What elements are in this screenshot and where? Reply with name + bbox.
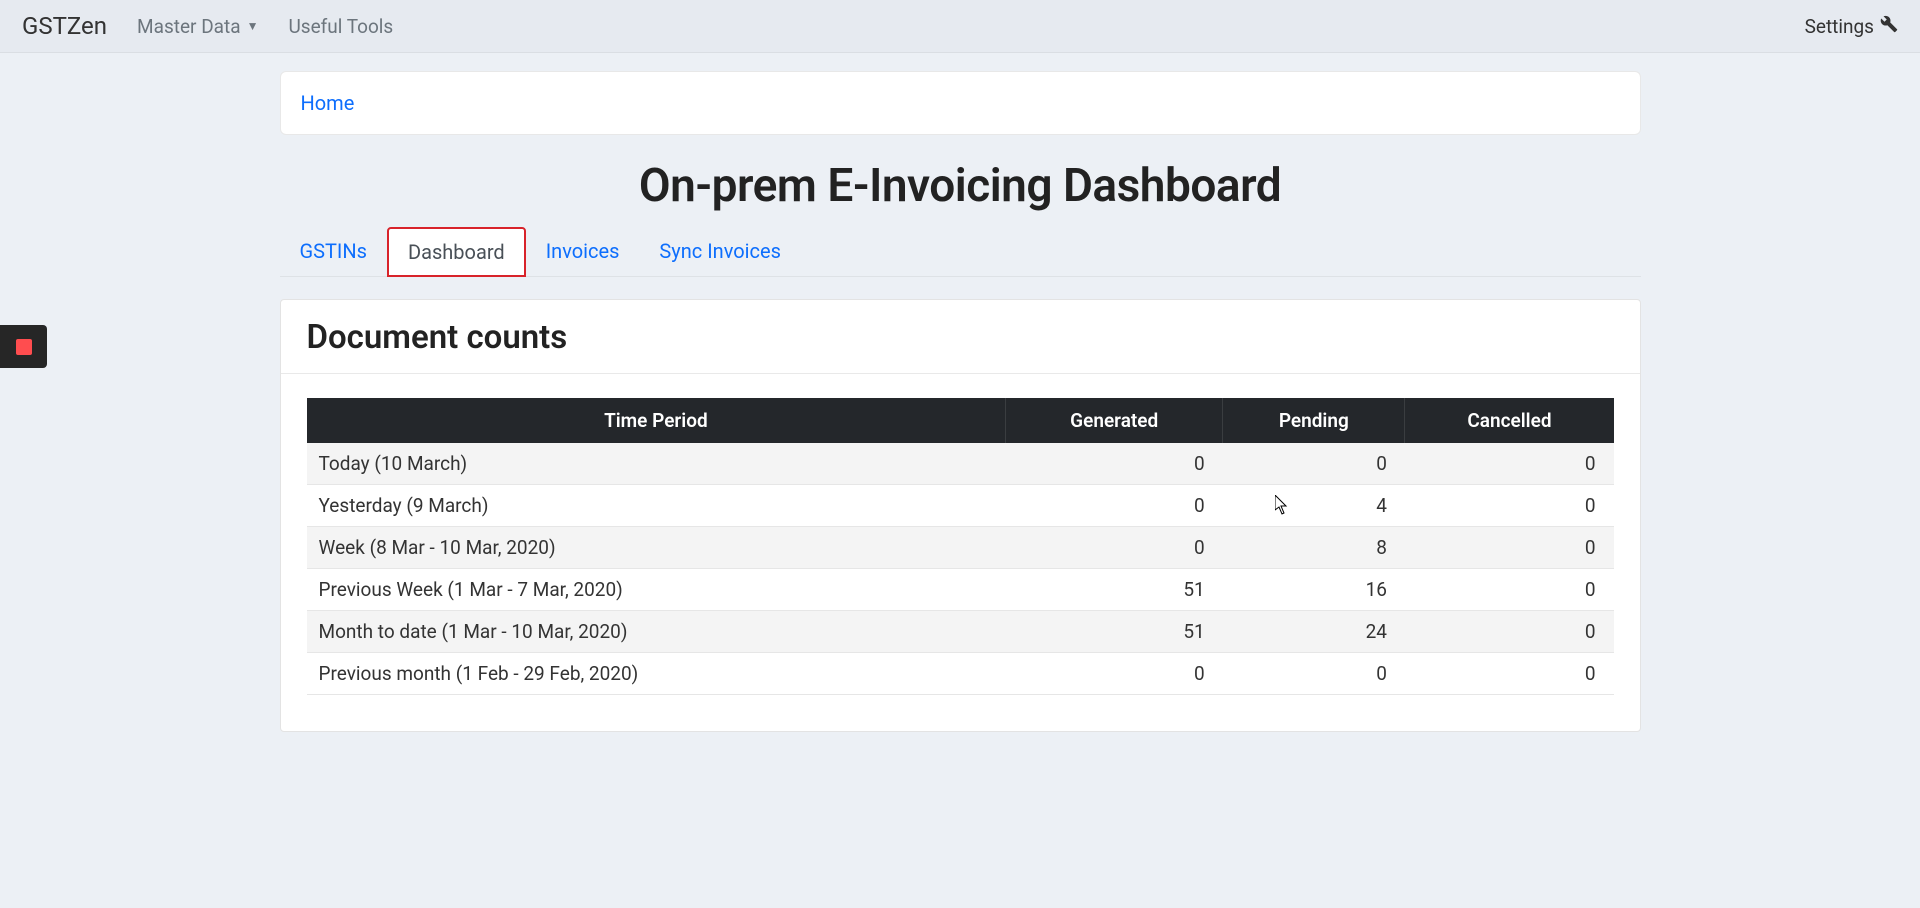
breadcrumb: Home — [280, 71, 1641, 135]
th-cancelled: Cancelled — [1405, 398, 1614, 443]
tab-sync-invoices[interactable]: Sync Invoices — [639, 227, 801, 276]
card-title: Document counts — [281, 300, 1640, 374]
document-counts-table: Time Period Generated Pending Cancelled … — [307, 398, 1614, 695]
navbar-left: GSTZen Master Data ▼ Useful Tools — [22, 12, 393, 40]
cell-pending: 0 — [1223, 653, 1405, 695]
table-wrap: Time Period Generated Pending Cancelled … — [281, 374, 1640, 731]
cell-pending: 24 — [1223, 611, 1405, 653]
stop-icon — [16, 339, 32, 355]
cell-generated: 0 — [1006, 443, 1223, 485]
table-row: Month to date (1 Mar - 10 Mar, 2020)5124… — [307, 611, 1614, 653]
cell-generated: 51 — [1006, 611, 1223, 653]
cell-cancelled: 0 — [1405, 653, 1614, 695]
breadcrumb-home[interactable]: Home — [301, 91, 355, 115]
cell-cancelled: 0 — [1405, 443, 1614, 485]
tab-gstins[interactable]: GSTINs — [280, 227, 387, 276]
table-row: Previous Week (1 Mar - 7 Mar, 2020)51160 — [307, 569, 1614, 611]
chevron-down-icon: ▼ — [247, 19, 259, 33]
brand[interactable]: GSTZen — [22, 12, 107, 40]
cell-pending: 0 — [1223, 443, 1405, 485]
cell-cancelled: 0 — [1405, 569, 1614, 611]
nav-settings-label: Settings — [1805, 15, 1874, 38]
nav-master-data[interactable]: Master Data ▼ — [137, 15, 258, 38]
table-row: Previous month (1 Feb - 29 Feb, 2020)000 — [307, 653, 1614, 695]
cell-generated: 0 — [1006, 653, 1223, 695]
cell-pending: 8 — [1223, 527, 1405, 569]
nav-master-data-label: Master Data — [137, 15, 241, 38]
cell-generated: 51 — [1006, 569, 1223, 611]
th-time-period: Time Period — [307, 398, 1006, 443]
nav-settings[interactable]: Settings — [1805, 15, 1898, 38]
cell-cancelled: 0 — [1405, 527, 1614, 569]
cell-generated: 0 — [1006, 527, 1223, 569]
cell-generated: 0 — [1006, 485, 1223, 527]
cell-period: Yesterday (9 March) — [307, 485, 1006, 527]
main-container: Home On-prem E-Invoicing Dashboard GSTIN… — [278, 71, 1643, 732]
cell-period: Month to date (1 Mar - 10 Mar, 2020) — [307, 611, 1006, 653]
cell-period: Today (10 March) — [307, 443, 1006, 485]
tabs: GSTINs Dashboard Invoices Sync Invoices — [280, 227, 1641, 277]
tab-dashboard[interactable]: Dashboard — [387, 227, 526, 277]
th-pending: Pending — [1223, 398, 1405, 443]
table-header-row: Time Period Generated Pending Cancelled — [307, 398, 1614, 443]
cell-pending: 16 — [1223, 569, 1405, 611]
table-row: Week (8 Mar - 10 Mar, 2020)080 — [307, 527, 1614, 569]
cell-period: Week (8 Mar - 10 Mar, 2020) — [307, 527, 1006, 569]
cell-period: Previous Week (1 Mar - 7 Mar, 2020) — [307, 569, 1006, 611]
nav-links: Master Data ▼ Useful Tools — [137, 15, 393, 38]
cell-pending: 4 — [1223, 485, 1405, 527]
nav-useful-tools-label: Useful Tools — [288, 15, 393, 38]
nav-useful-tools[interactable]: Useful Tools — [288, 15, 393, 38]
cell-cancelled: 0 — [1405, 611, 1614, 653]
page-title: On-prem E-Invoicing Dashboard — [280, 159, 1641, 213]
tab-invoices[interactable]: Invoices — [526, 227, 640, 276]
side-widget[interactable] — [0, 325, 47, 368]
wrench-icon — [1880, 15, 1898, 38]
table-row: Yesterday (9 March)040 — [307, 485, 1614, 527]
table-row: Today (10 March)000 — [307, 443, 1614, 485]
th-generated: Generated — [1006, 398, 1223, 443]
cell-period: Previous month (1 Feb - 29 Feb, 2020) — [307, 653, 1006, 695]
document-counts-card: Document counts Time Period Generated Pe… — [280, 299, 1641, 732]
cell-cancelled: 0 — [1405, 485, 1614, 527]
navbar: GSTZen Master Data ▼ Useful Tools Settin… — [0, 0, 1920, 53]
